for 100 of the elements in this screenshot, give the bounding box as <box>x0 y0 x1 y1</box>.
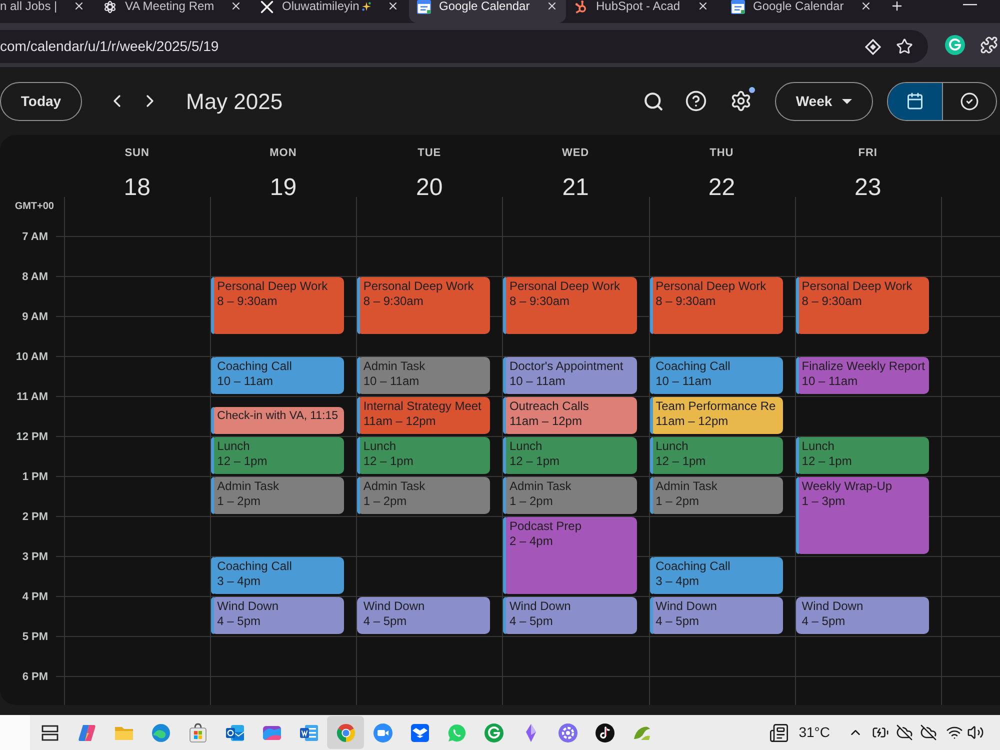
calendar-event[interactable]: Wind Down 4 – 5pm <box>211 597 344 634</box>
hour-label: 7 AM <box>22 230 48 245</box>
bookmark-star-icon[interactable] <box>896 38 913 55</box>
puzzle-icon[interactable] <box>980 36 998 54</box>
calendar-event[interactable]: Internal Strategy Meet 11am – 12pm <box>357 397 490 434</box>
calendar-icon <box>906 92 924 110</box>
close-icon[interactable] <box>860 0 872 12</box>
calendar-event[interactable]: Coaching Call 10 – 11am <box>650 357 783 394</box>
month-title: May 2025 <box>186 88 283 116</box>
browser-tab[interactable]: Google Calendar <box>723 0 880 23</box>
settings-icon[interactable] <box>730 90 752 112</box>
view-dropdown[interactable]: Week <box>775 82 873 120</box>
close-icon[interactable] <box>73 0 86 12</box>
calendar-event[interactable]: Admin Task 1 – 2pm <box>211 477 344 514</box>
calendar-event[interactable]: Personal Deep Work 8 – 9:30am <box>503 277 637 334</box>
date-number[interactable]: 20 <box>416 176 443 200</box>
calendar-event[interactable]: Finalize Weekly Report 10 – 11am <box>796 357 929 394</box>
close-icon[interactable] <box>697 0 709 12</box>
calendar-event[interactable]: Coaching Call 3 – 4pm <box>211 557 344 594</box>
cloud-off-icon[interactable] <box>920 724 937 741</box>
weather-widget-icon[interactable] <box>768 722 789 742</box>
calendar-event[interactable]: Lunch 12 – 1pm <box>503 437 637 474</box>
close-icon[interactable] <box>387 0 400 12</box>
calendar-event[interactable]: Weekly Wrap-Up 1 – 3pm <box>796 477 929 554</box>
minimize-icon[interactable] <box>963 4 977 6</box>
calendar-event[interactable]: Doctor's Appointment 10 – 11am <box>503 357 637 394</box>
calendar-event[interactable]: Team Performance Re 11am – 12pm <box>650 397 783 434</box>
calendar-event[interactable]: Podcast Prep 2 – 4pm <box>503 517 637 594</box>
hour-label: 12 PM <box>16 430 48 445</box>
calendar-icon <box>417 0 431 14</box>
volume-icon[interactable] <box>967 724 984 741</box>
weekday-label: MON <box>270 147 297 159</box>
hour-label: 1 PM <box>22 470 48 485</box>
calendar-view-button[interactable] <box>888 82 942 120</box>
address-bar[interactable]: com/calendar/u/1/r/week/2025/5/19 <box>0 30 928 63</box>
weekday-label: TUE <box>418 147 442 159</box>
weekday-label: SUN <box>124 147 150 159</box>
calendar-event[interactable]: Check-in with VA, 11:15 <box>211 407 344 434</box>
browser-tab[interactable]: Oluwatimileyin <box>252 0 409 23</box>
round-logo-icon <box>484 722 504 742</box>
calendar-event[interactable]: Lunch 12 – 1pm <box>650 437 783 474</box>
round-logo-icon[interactable] <box>945 35 965 55</box>
slanted-bars-icon <box>76 722 96 742</box>
calendar-event[interactable]: Admin Task 10 – 11am <box>357 357 490 394</box>
hour-label: 10 AM <box>16 350 48 365</box>
wave-logo-icon <box>150 722 170 742</box>
video-camera-icon <box>372 722 392 742</box>
calendar-event[interactable]: Lunch 12 – 1pm <box>211 437 344 474</box>
date-number[interactable]: 18 <box>124 176 150 200</box>
hour-label: 9 AM <box>22 310 48 325</box>
calendar-event[interactable]: Wind Down 4 – 5pm <box>650 597 783 634</box>
caret-down-icon <box>842 98 852 104</box>
calendar-event[interactable]: Wind Down 4 – 5pm <box>357 597 490 634</box>
hour-label: 3 PM <box>22 550 48 565</box>
date-number[interactable]: 19 <box>270 176 297 200</box>
wifi-icon[interactable] <box>946 724 963 741</box>
calendar-event[interactable]: Personal Deep Work 8 – 9:30am <box>650 277 783 334</box>
calendar-event[interactable]: Personal Deep Work 8 – 9:30am <box>357 277 490 334</box>
calendar-event[interactable]: Admin Task 1 – 2pm <box>357 477 490 514</box>
diamond-icon[interactable] <box>865 38 881 54</box>
check-circle-icon <box>960 92 979 110</box>
weekday-label: WED <box>562 147 590 159</box>
search-icon[interactable] <box>643 90 664 112</box>
hour-label: 2 PM <box>22 510 48 525</box>
help-icon[interactable] <box>685 90 707 112</box>
cloud-off-icon[interactable] <box>896 724 913 741</box>
calendar-event[interactable]: Coaching Call 3 – 4pm <box>650 557 783 594</box>
browser-tab[interactable]: HubSpot - Acad <box>566 0 723 23</box>
document-app-icon <box>298 722 318 742</box>
calendar-event[interactable]: Wind Down 4 – 5pm <box>796 597 929 634</box>
calendar-event[interactable]: Lunch 12 – 1pm <box>357 437 490 474</box>
weather-temperature[interactable]: 31°C <box>798 722 830 743</box>
date-number[interactable]: 21 <box>562 176 589 200</box>
hour-label: 5 PM <box>22 630 48 645</box>
music-note-icon <box>594 722 614 742</box>
hour-label: 4 PM <box>22 590 48 605</box>
calendar-event[interactable]: Lunch 12 – 1pm <box>796 437 929 474</box>
date-number[interactable]: 23 <box>854 176 882 200</box>
calendar-event[interactable]: Wind Down 4 – 5pm <box>503 597 637 634</box>
calendar-event[interactable]: Personal Deep Work 8 – 9:30am <box>211 277 344 334</box>
task-view-icon[interactable] <box>40 722 60 742</box>
close-icon[interactable] <box>546 0 558 12</box>
calendar-event[interactable]: Admin Task 1 – 2pm <box>650 477 783 514</box>
plus-icon[interactable] <box>890 0 904 13</box>
hour-label: 8 AM <box>22 270 48 285</box>
today-button[interactable]: Today <box>0 82 82 120</box>
tricolor-circle-icon <box>336 722 356 742</box>
calendar-event[interactable]: Coaching Call 10 – 11am <box>211 357 344 394</box>
browser-tab[interactable]: n all Jobs | <box>0 0 95 23</box>
taskbar-search-field[interactable] <box>0 715 30 750</box>
browser-tab[interactable]: Google Calendar <box>409 0 566 23</box>
calendar-event[interactable]: Personal Deep Work 8 – 9:30am <box>796 277 929 334</box>
close-icon[interactable] <box>230 0 242 12</box>
weekday-label: THU <box>710 147 734 159</box>
browser-tab[interactable]: VA Meeting Rem <box>95 0 252 23</box>
calendar-event[interactable]: Outreach Calls 11am – 12pm <box>503 397 637 434</box>
date-number[interactable]: 22 <box>708 176 736 200</box>
calendar-event[interactable]: Admin Task 1 – 2pm <box>503 477 637 514</box>
timezone-label: GMT+00 <box>14 200 54 214</box>
x-mark-icon <box>260 0 274 14</box>
